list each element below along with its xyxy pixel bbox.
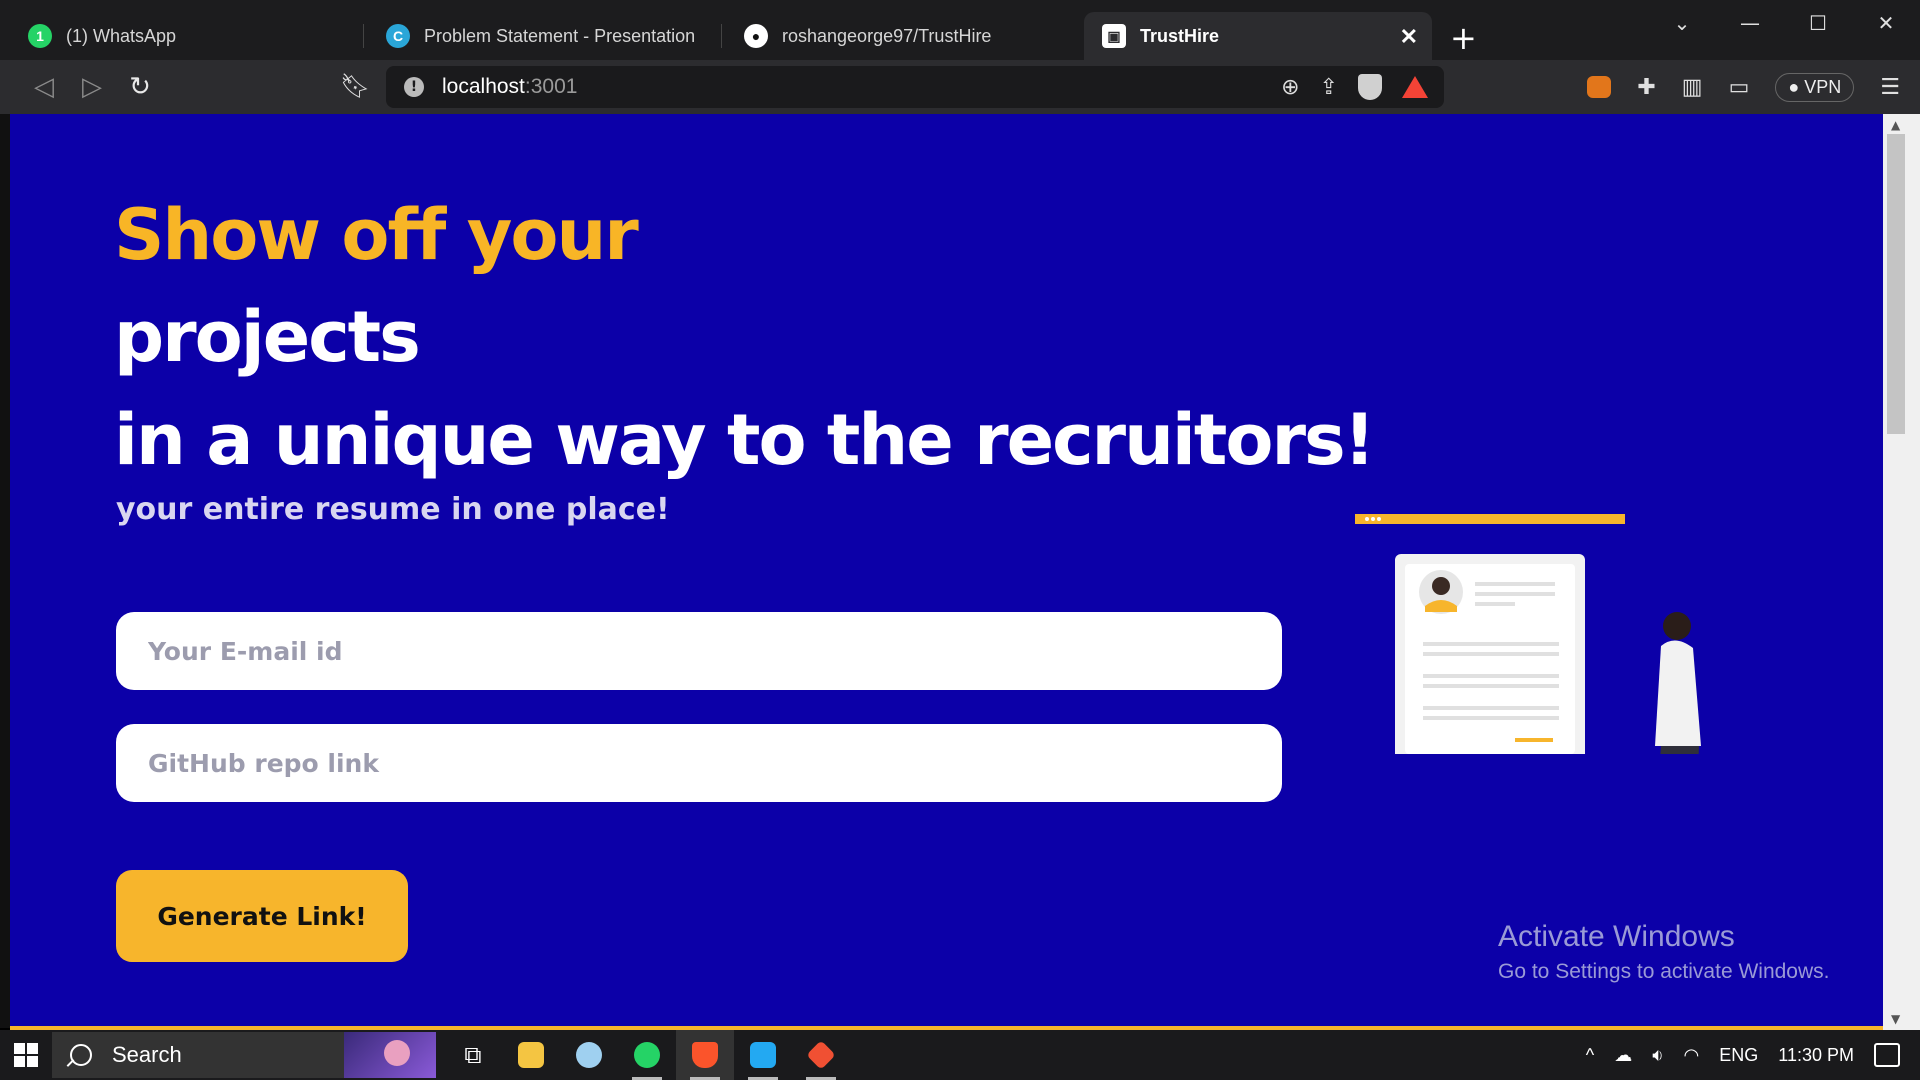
watermark-title: Activate Windows — [1498, 920, 1735, 953]
browser-toolbar: ◁ ▷ ↻ 🔖︎ ! localhost:3001 ⊕ ⇪ ✚ ▥ ▭ ● VP… — [0, 60, 1920, 114]
search-icon — [70, 1044, 92, 1066]
notifications-icon[interactable] — [1874, 1043, 1900, 1067]
system-tray: ^ ☁ 🔉︎ ◠ ENG 11:30 PM — [1586, 1030, 1920, 1080]
headline-line-1: Show off your — [114, 194, 639, 276]
resume-illustration — [1355, 514, 1701, 754]
headline-line-2: projects — [114, 296, 421, 378]
tab-title: roshangeorge97/TrustHire — [782, 25, 992, 46]
menu-icon[interactable]: ☰ — [1880, 75, 1900, 100]
landing-page: Show off your projects in a unique way t… — [10, 114, 1883, 1028]
language-indicator[interactable]: ENG — [1719, 1045, 1758, 1066]
task-view-icon[interactable]: ⧉ — [444, 1030, 502, 1080]
tab-search-icon[interactable]: ⌄ — [1648, 0, 1716, 46]
git-taskbar-icon[interactable] — [792, 1030, 850, 1080]
reload-icon[interactable]: ↻ — [116, 72, 164, 102]
tab-trusthire[interactable]: ▣ TrustHire ✕ — [1084, 12, 1432, 60]
tab-strip: 1 (1) WhatsApp C Problem Statement - Pre… — [0, 0, 1920, 60]
gift-icon: ▣ — [1102, 24, 1126, 48]
extensions-icon[interactable]: ✚ — [1637, 75, 1655, 100]
bookmark-icon[interactable]: 🔖︎ — [340, 72, 370, 100]
onedrive-icon[interactable]: ☁ — [1614, 1045, 1632, 1066]
email-field[interactable] — [116, 612, 1282, 690]
clock[interactable]: 11:30 PM — [1778, 1045, 1854, 1066]
tab-title: Problem Statement - Presentation — [424, 25, 696, 46]
generate-link-button[interactable]: Generate Link! — [116, 870, 408, 962]
zoom-icon[interactable]: ⊕ — [1281, 75, 1299, 100]
tab-github[interactable]: ● roshangeorge97/TrustHire — [726, 12, 1074, 60]
wallet-icon[interactable]: ▭ — [1729, 75, 1750, 100]
forward-icon[interactable]: ▷ — [68, 72, 116, 102]
tab-title: TrustHire — [1140, 25, 1220, 46]
windows-taskbar: Search ⧉ ^ ☁ 🔉︎ ◠ ENG 11:30 PM — [0, 1030, 1920, 1080]
watermark-subtitle: Go to Settings to activate Windows. — [1498, 960, 1830, 983]
scrollbar-thumb[interactable] — [1887, 134, 1905, 434]
tab-separator — [363, 24, 364, 48]
vpn-button[interactable]: ● VPN — [1775, 72, 1855, 102]
person-figure — [1655, 612, 1701, 754]
taskbar-search[interactable]: Search — [52, 1032, 436, 1078]
window-edge — [0, 114, 10, 1028]
page-scrollbar[interactable]: ▲ ▼ — [1883, 114, 1920, 1030]
wifi-icon[interactable]: ◠ — [1684, 1045, 1700, 1066]
maximize-icon[interactable]: ☐ — [1784, 0, 1852, 46]
back-icon[interactable]: ◁ — [20, 72, 68, 102]
brave-rewards-icon[interactable] — [1402, 76, 1428, 98]
vscode-taskbar-icon[interactable] — [734, 1030, 792, 1080]
paint-icon[interactable] — [560, 1030, 618, 1080]
scroll-up-icon[interactable]: ▲ — [1891, 118, 1900, 132]
scroll-down-icon[interactable]: ▼ — [1891, 1012, 1900, 1026]
brave-taskbar-icon[interactable] — [676, 1030, 734, 1080]
tab-separator — [721, 24, 722, 48]
volume-icon[interactable]: 🔉︎ — [1652, 1045, 1663, 1066]
metamask-icon[interactable] — [1587, 76, 1612, 98]
file-explorer-icon[interactable] — [502, 1030, 560, 1080]
whatsapp-taskbar-icon[interactable] — [618, 1030, 676, 1080]
github-repo-field[interactable] — [116, 724, 1282, 802]
url-text[interactable]: localhost:3001 — [442, 75, 577, 99]
window-controls: ⌄ — ☐ ✕ — [1648, 0, 1920, 46]
tab-whatsapp[interactable]: 1 (1) WhatsApp — [10, 12, 364, 60]
search-highlight-image — [344, 1032, 436, 1078]
tray-chevron-icon[interactable]: ^ — [1586, 1045, 1594, 1066]
address-bar[interactable]: ! localhost:3001 ⊕ ⇪ — [386, 66, 1444, 108]
subtitle: your entire resume in one place! — [116, 492, 670, 527]
windows-logo-icon — [14, 1043, 38, 1067]
sidebar-icon[interactable]: ▥ — [1682, 75, 1703, 100]
close-tab-icon[interactable]: ✕ — [1400, 24, 1418, 50]
activate-windows-watermark: Activate Windows Go to Settings to activ… — [1498, 920, 1830, 984]
canva-icon: C — [386, 24, 410, 48]
whatsapp-icon: 1 — [28, 24, 52, 48]
github-icon: ● — [744, 24, 768, 48]
brave-shields-icon[interactable] — [1358, 74, 1382, 100]
tab-title: (1) WhatsApp — [66, 25, 177, 46]
close-window-icon[interactable]: ✕ — [1852, 0, 1920, 46]
start-button[interactable] — [0, 1030, 52, 1080]
new-tab-button[interactable]: + — [1450, 22, 1477, 54]
illustration-bar — [1355, 514, 1625, 524]
share-icon[interactable]: ⇪ — [1320, 75, 1338, 100]
site-info-icon[interactable]: ! — [404, 77, 424, 97]
tab-presentation[interactable]: C Problem Statement - Presentation — [368, 12, 722, 60]
search-label: Search — [112, 1042, 182, 1067]
headline-line-3: in a unique way to the recruitors! — [114, 399, 1376, 481]
minimize-icon[interactable]: — — [1716, 0, 1784, 46]
